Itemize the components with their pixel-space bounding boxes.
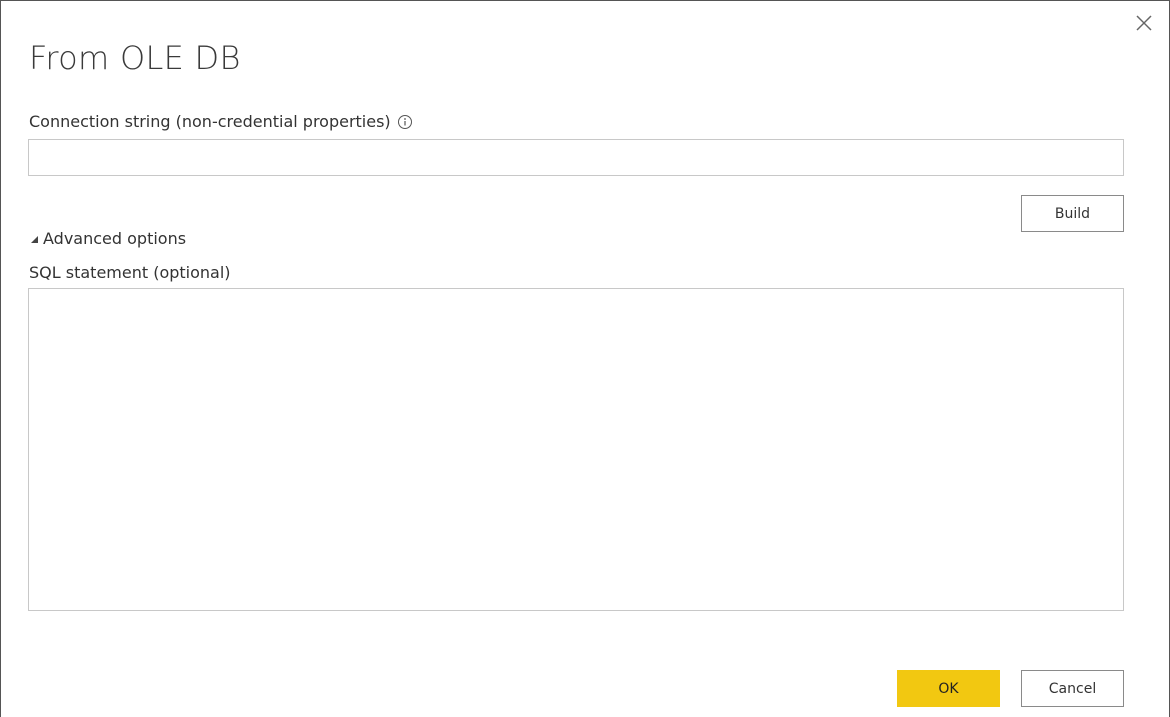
cancel-button[interactable]: Cancel [1021, 670, 1124, 707]
dialog-title: From OLE DB [29, 39, 241, 77]
from-oledb-dialog: From OLE DB Connection string (non-crede… [0, 0, 1170, 717]
connection-string-label-row: Connection string (non-credential proper… [29, 112, 413, 131]
close-button[interactable] [1132, 11, 1156, 35]
connection-string-input[interactable] [28, 139, 1124, 176]
triangle-expanded-icon [29, 233, 41, 245]
build-button[interactable]: Build [1021, 195, 1124, 232]
info-icon[interactable] [397, 114, 413, 130]
advanced-options-label: Advanced options [43, 229, 187, 248]
ok-button[interactable]: OK [897, 670, 1000, 707]
connection-string-label: Connection string (non-credential proper… [29, 112, 391, 131]
sql-statement-textarea[interactable] [28, 288, 1124, 611]
sql-statement-label: SQL statement (optional) [29, 263, 231, 282]
close-icon [1136, 15, 1152, 31]
advanced-options-toggle[interactable]: Advanced options [29, 229, 186, 248]
